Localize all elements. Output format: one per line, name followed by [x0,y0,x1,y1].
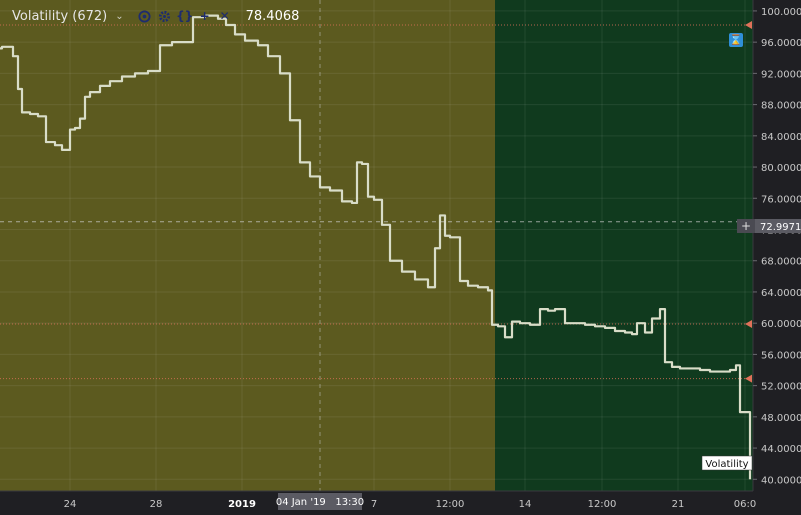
x-tick-label: 12:00 [588,499,617,510]
crosshair-price-label: + 72.9971 [737,219,801,233]
y-tick-label: 76.0000 [761,194,801,205]
x-tick-label: 2019 [228,499,256,510]
crosshair-time-label: 04 Jan '19 13:30 [276,493,364,510]
x-tick-label: 21 [672,499,685,510]
x-tick-label: 14 [519,499,532,510]
series-tag-label: Volatility [705,459,748,470]
plus-icon[interactable]: + [198,9,212,23]
crosshair-time-value: 04 Jan '19 13:30 [276,497,364,508]
y-tick-label: 60.0000 [761,319,801,330]
eye-icon[interactable] [138,9,152,23]
y-tick-label: 84.0000 [761,132,801,143]
series-tag: Volatility [701,455,753,471]
gear-icon[interactable] [158,9,172,23]
x-tick-label: 7 [371,499,377,510]
y-tick-label: 68.0000 [761,257,801,268]
indicator-value: 78.4068 [245,8,300,24]
y-tick-label: 52.0000 [761,382,801,393]
indicator-name[interactable]: Volatility (672) [12,9,107,24]
y-tick-label: 56.0000 [761,350,801,361]
volatility-chart[interactable]: 100.0000 96.0000 92.0000 88.0000 84.0000 80.0… [0,0,801,515]
y-tick-label: 40.0000 [761,475,801,486]
x-tick-label: 28 [150,499,163,510]
y-tick-label: 96.0000 [761,38,801,49]
x-tick-label: 24 [64,499,77,510]
x-tick-label: 06:0 [734,499,756,510]
crosshair-plus-icon[interactable]: + [741,219,751,233]
source-code-icon[interactable]: {} [176,9,193,23]
close-icon[interactable]: ✕ [218,9,232,23]
crosshair-price-value: 72.9971 [760,222,801,233]
alert-badge-icon[interactable]: ⌛ [729,33,743,47]
y-tick-label: 44.0000 [761,444,801,455]
y-tick-label: 48.0000 [761,413,801,424]
indicator-legend: Volatility (672) ⌄ {} + ✕ 78.4068 [0,4,299,28]
x-tick-label: 12:00 [436,499,465,510]
y-tick-label: 88.0000 [761,101,801,112]
y-tick-label: 92.0000 [761,69,801,80]
chevron-down-icon[interactable]: ⌄ [115,11,123,22]
y-tick-label: 100.0000 [761,7,801,18]
y-tick-label: 64.0000 [761,288,801,299]
y-tick-label: 80.0000 [761,163,801,174]
